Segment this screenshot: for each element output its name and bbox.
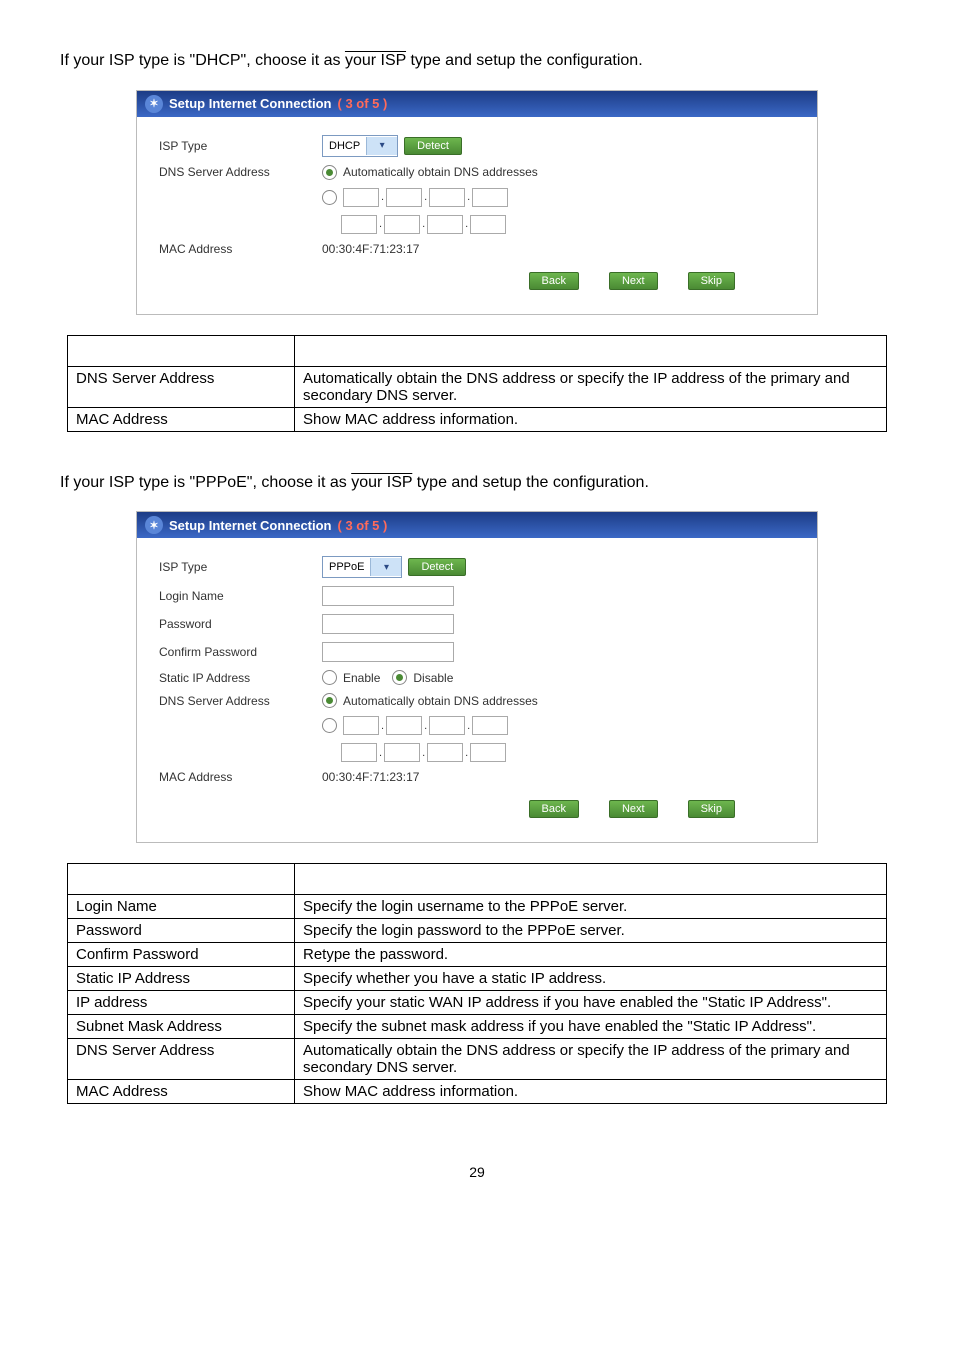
- table2-header-c1: [68, 864, 295, 895]
- back-button[interactable]: Back: [529, 272, 579, 290]
- t2r5c2: Specify your static WAN IP address if yo…: [295, 991, 887, 1015]
- intro-dhcp-post: type and setup the configuration.: [406, 52, 643, 69]
- page-number: 29: [60, 1164, 894, 1180]
- label-disable: Disable: [413, 671, 453, 685]
- chevron-down-icon: ▾: [370, 558, 401, 576]
- radio-static-enable[interactable]: [322, 670, 337, 685]
- radio-dns-auto[interactable]: [322, 693, 337, 708]
- dns-secondary-input[interactable]: ...: [341, 215, 506, 234]
- pppoe-description-table: Login NameSpecify the login username to …: [67, 863, 887, 1104]
- t2r8c2: Show MAC address information.: [295, 1080, 887, 1104]
- wizard-pppoe-card: ✶ Setup Internet Connection ( 3 of 5 ) I…: [136, 511, 818, 843]
- radio-static-disable[interactable]: [392, 670, 407, 685]
- skip-button[interactable]: Skip: [688, 800, 735, 818]
- label-dns-auto: Automatically obtain DNS addresses: [343, 165, 538, 179]
- label-isp-type: ISP Type: [159, 560, 314, 574]
- wizard-pppoe-body: ISP Type PPPoE ▾ Detect Login Name Passw…: [137, 538, 817, 842]
- t1r2c1: MAC Address: [68, 407, 295, 431]
- t2r4c1: Static IP Address: [68, 967, 295, 991]
- t2r1c1: Login Name: [68, 895, 295, 919]
- wizard-dhcp-header: ✶ Setup Internet Connection ( 3 of 5 ): [137, 91, 817, 117]
- wizard-title-pre: Setup Internet Connection: [169, 518, 332, 533]
- t1r1c2: Automatically obtain the DNS address or …: [295, 366, 887, 407]
- intro-dhcp-over: your ISP: [345, 52, 406, 69]
- label-confirm-password: Confirm Password: [159, 645, 314, 659]
- detect-button[interactable]: Detect: [404, 137, 462, 155]
- back-button[interactable]: Back: [529, 800, 579, 818]
- wizard-dhcp-card: ✶ Setup Internet Connection ( 3 of 5 ) I…: [136, 90, 818, 315]
- table1-header-c1: [68, 335, 295, 366]
- dns-secondary-input[interactable]: ...: [341, 743, 506, 762]
- intro-dhcp-pre: If your ISP type is "DHCP", choose it as: [60, 52, 345, 69]
- t1r2c2: Show MAC address information.: [295, 407, 887, 431]
- wizard-pppoe-header: ✶ Setup Internet Connection ( 3 of 5 ): [137, 512, 817, 538]
- isp-type-dropdown[interactable]: PPPoE ▾: [322, 556, 402, 578]
- label-password: Password: [159, 617, 314, 631]
- skip-button[interactable]: Skip: [688, 272, 735, 290]
- label-mac-address: MAC Address: [159, 770, 314, 784]
- label-dns-server: DNS Server Address: [159, 694, 314, 708]
- isp-type-value: PPPoE: [323, 561, 370, 573]
- label-enable: Enable: [343, 671, 380, 685]
- label-isp-type: ISP Type: [159, 139, 314, 153]
- wizard-title-pre: Setup Internet Connection: [169, 96, 332, 111]
- t2r2c1: Password: [68, 919, 295, 943]
- t2r3c1: Confirm Password: [68, 943, 295, 967]
- radio-dns-auto[interactable]: [322, 165, 337, 180]
- label-mac-address: MAC Address: [159, 242, 314, 256]
- next-button[interactable]: Next: [609, 272, 658, 290]
- wizard-title-step: ( 3 of 5 ): [338, 96, 388, 111]
- t2r8c1: MAC Address: [68, 1080, 295, 1104]
- chevron-down-icon: ▾: [366, 137, 397, 155]
- t2r3c2: Retype the password.: [295, 943, 887, 967]
- radio-dns-manual[interactable]: [322, 190, 337, 205]
- password-input[interactable]: [322, 614, 454, 634]
- wizard-title-step: ( 3 of 5 ): [338, 518, 388, 533]
- wizard-gear-icon: ✶: [145, 516, 163, 534]
- intro-pppoe-over: your ISP: [351, 474, 412, 491]
- intro-pppoe-pre: If your ISP type is "PPPoE", choose it a…: [60, 474, 351, 491]
- t1r1c1: DNS Server Address: [68, 366, 295, 407]
- value-mac-address: 00:30:4F:71:23:17: [322, 242, 419, 256]
- radio-dns-manual[interactable]: [322, 718, 337, 733]
- table1-header-c2: [295, 335, 887, 366]
- isp-type-value: DHCP: [323, 140, 366, 152]
- label-dns-server: DNS Server Address: [159, 165, 314, 179]
- value-mac-address: 00:30:4F:71:23:17: [322, 770, 419, 784]
- label-dns-auto: Automatically obtain DNS addresses: [343, 694, 538, 708]
- intro-pppoe-post: type and setup the configuration.: [412, 474, 649, 491]
- t2r5c1: IP address: [68, 991, 295, 1015]
- intro-dhcp-paragraph: If your ISP type is "DHCP", choose it as…: [60, 50, 894, 72]
- login-name-input[interactable]: [322, 586, 454, 606]
- confirm-password-input[interactable]: [322, 642, 454, 662]
- dns-primary-input[interactable]: ...: [343, 716, 508, 735]
- detect-button[interactable]: Detect: [408, 558, 466, 576]
- wizard-gear-icon: ✶: [145, 95, 163, 113]
- t2r2c2: Specify the login password to the PPPoE …: [295, 919, 887, 943]
- t2r4c2: Specify whether you have a static IP add…: [295, 967, 887, 991]
- dns-primary-input[interactable]: ...: [343, 188, 508, 207]
- next-button[interactable]: Next: [609, 800, 658, 818]
- t2r6c1: Subnet Mask Address: [68, 1015, 295, 1039]
- t2r6c2: Specify the subnet mask address if you h…: [295, 1015, 887, 1039]
- intro-pppoe-paragraph: If your ISP type is "PPPoE", choose it a…: [60, 472, 894, 494]
- label-login-name: Login Name: [159, 589, 314, 603]
- t2r7c2: Automatically obtain the DNS address or …: [295, 1039, 887, 1080]
- t2r1c2: Specify the login username to the PPPoE …: [295, 895, 887, 919]
- isp-type-dropdown[interactable]: DHCP ▾: [322, 135, 398, 157]
- table2-header-c2: [295, 864, 887, 895]
- dhcp-description-table: DNS Server AddressAutomatically obtain t…: [67, 335, 887, 432]
- label-static-ip: Static IP Address: [159, 671, 314, 685]
- wizard-dhcp-body: ISP Type DHCP ▾ Detect DNS Server Addres…: [137, 117, 817, 314]
- t2r7c1: DNS Server Address: [68, 1039, 295, 1080]
